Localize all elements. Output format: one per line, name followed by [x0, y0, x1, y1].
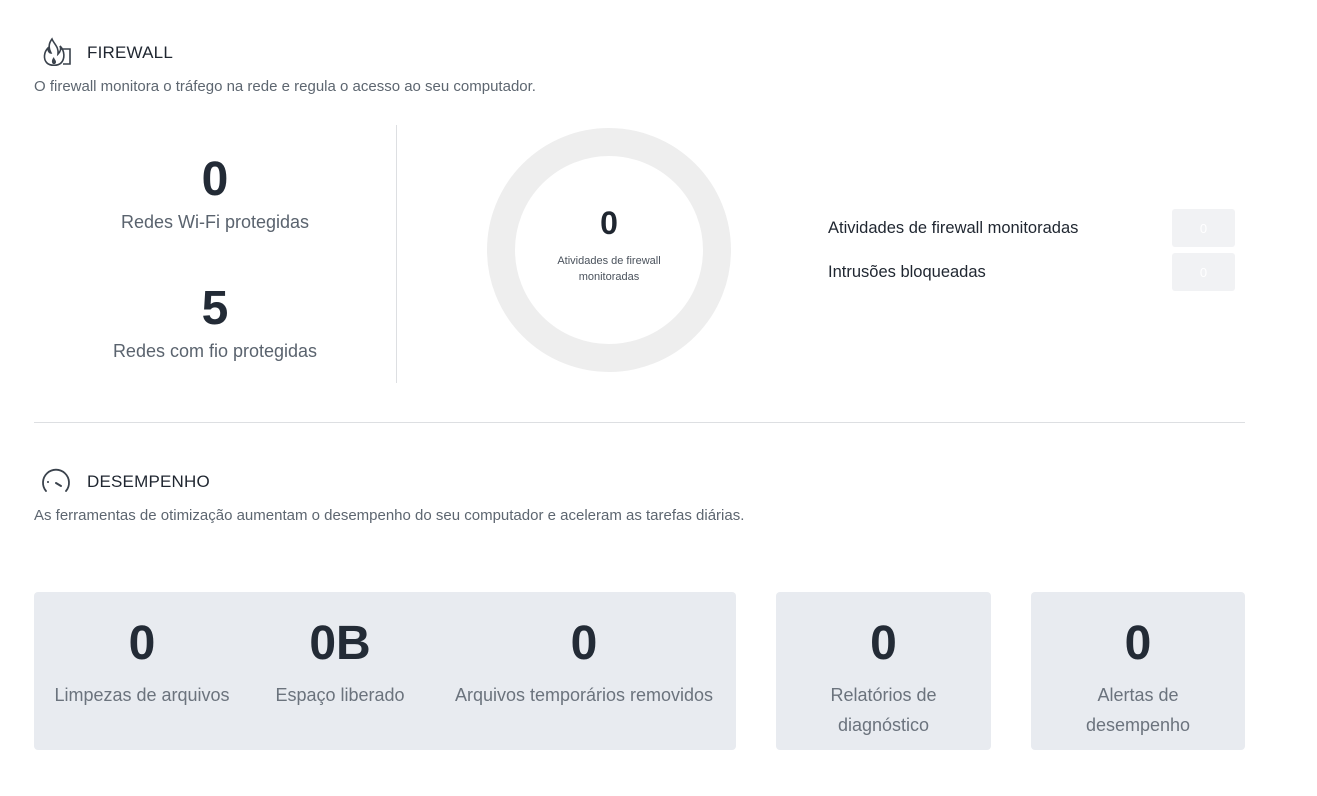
wired-networks-count: 5 [201, 282, 229, 335]
firewall-header: FIREWALL [38, 35, 173, 71]
space-freed-value: 0B [309, 617, 371, 670]
diagnostic-reports-card: 0 Relatórios de diagnóstico [776, 592, 991, 750]
performance-header: DESEMPENHO [38, 464, 210, 500]
firewall-flame-icon [38, 35, 74, 71]
performance-alerts-card: 0 Alertas de desempenho [1031, 592, 1245, 750]
vertical-divider [396, 125, 397, 383]
donut-center: 0 Atividades de firewall monitoradas [487, 128, 731, 372]
legend-value-monitored: 0 [1172, 209, 1235, 247]
firewall-description: O firewall monitora o tráfego na rede e … [34, 78, 536, 95]
legend-row-intrusions: Intrusões bloqueadas 0 [828, 253, 1235, 291]
performance-description: As ferramentas de otimização aumentam o … [34, 507, 745, 524]
performance-alerts-count: 0 [1124, 617, 1152, 670]
diagnostic-reports-stat: 0 Relatórios de diagnóstico [818, 592, 949, 740]
temp-files-count: 0 [570, 617, 598, 670]
performance-alerts-stat: 0 Alertas de desempenho [1073, 592, 1203, 740]
performance-title: DESEMPENHO [87, 472, 210, 491]
wired-networks-stat: 5 Redes com fio protegidas [34, 285, 396, 362]
speedometer-icon [38, 464, 74, 500]
legend-label-monitored: Atividades de firewall monitoradas [828, 218, 1079, 237]
diagnostic-reports-count: 0 [870, 617, 897, 670]
temp-files-stat: 0 Arquivos temporários removidos [442, 592, 726, 710]
legend-label-intrusions: Intrusões bloqueadas [828, 262, 986, 281]
wifi-networks-stat: 0 Redes Wi-Fi protegidas [34, 156, 396, 233]
file-cleanups-stat: 0 Limpezas de arquivos [44, 592, 240, 710]
wired-networks-label: Redes com fio protegidas [112, 341, 318, 361]
donut-label: Atividades de firewall monitoradas [557, 255, 661, 283]
wifi-networks-count: 0 [201, 153, 229, 206]
temp-files-label: Arquivos temporários removidos [454, 685, 714, 705]
donut-value: 0 [600, 205, 618, 241]
space-freed-label: Espaço liberado [275, 685, 405, 705]
file-cleanups-count: 0 [128, 617, 156, 670]
file-cleanups-label: Limpezas de arquivos [54, 685, 230, 705]
wifi-networks-label: Redes Wi-Fi protegidas [120, 212, 310, 232]
performance-alerts-label: Alertas de desempenho [1085, 685, 1191, 735]
diagnostic-reports-label: Relatórios de diagnóstico [830, 685, 937, 735]
firewall-title: FIREWALL [87, 43, 173, 62]
legend-value-intrusions: 0 [1172, 253, 1235, 291]
space-freed-stat: 0B Espaço liberado [264, 592, 416, 710]
cleanup-stats-card: 0 Limpezas de arquivos 0B Espaço liberad… [34, 592, 736, 750]
section-divider [34, 422, 1245, 423]
legend-row-monitored: Atividades de firewall monitoradas 0 [828, 209, 1235, 247]
